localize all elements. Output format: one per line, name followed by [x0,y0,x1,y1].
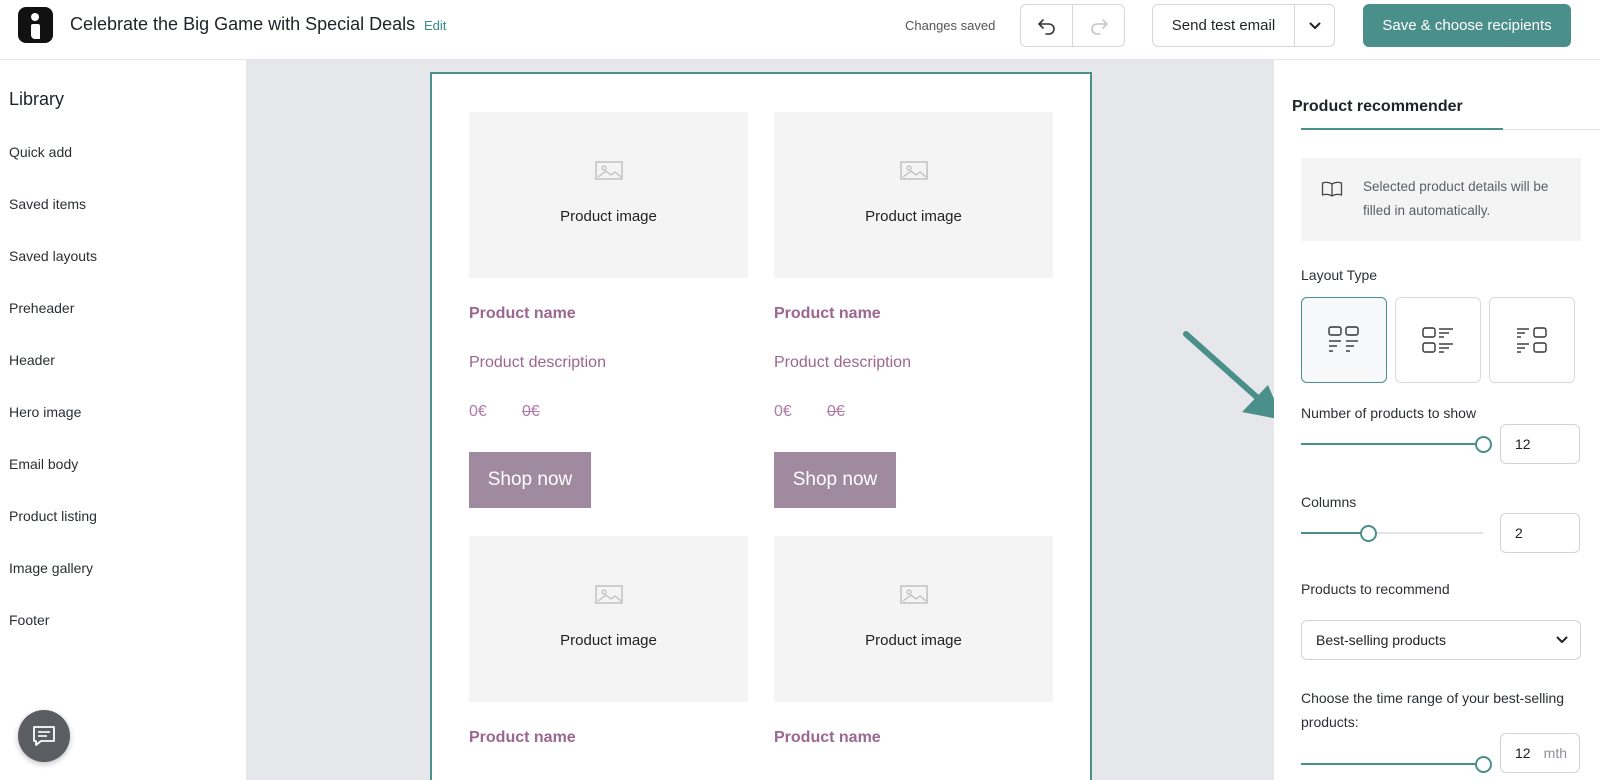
product-image-placeholder[interactable]: Product image [469,536,748,702]
columns-label: Columns [1301,494,1357,510]
properties-panel: Product recommender Selected product det… [1274,60,1600,780]
library-item-header[interactable]: Header [9,352,55,368]
save-status: Changes saved [905,18,996,33]
product-old-price: 0€ [522,403,540,420]
product-image-placeholder[interactable]: Product image [469,112,748,278]
info-text: Selected product details will be filled … [1363,179,1549,218]
top-bar: Celebrate the Big Game with Special Deal… [0,0,1600,60]
info-notice: Selected product details will be filled … [1301,158,1581,241]
book-icon [1321,181,1343,197]
time-range-input[interactable]: 12 mth [1500,733,1580,773]
products-count-slider[interactable] [1301,434,1492,454]
layout-option-grid[interactable] [1301,297,1387,383]
slider-thumb[interactable] [1475,756,1492,773]
product-price: 0€ [469,403,487,420]
product-image-label: Product image [560,632,657,649]
image-icon [900,161,928,180]
product-name: Product name [774,305,881,322]
send-test-group: Send test email [1152,4,1335,47]
time-range-unit: mth [1543,745,1567,761]
chat-support-button[interactable] [18,710,70,762]
undo-icon [1037,18,1055,35]
send-options-dropdown[interactable] [1294,5,1334,46]
save-choose-recipients-button[interactable]: Save & choose recipients [1363,4,1571,47]
grid-layout-icon [1328,326,1359,352]
library-item-footer[interactable]: Footer [9,612,49,628]
redo-button[interactable] [1072,5,1124,46]
product-name: Product name [469,729,576,746]
library-item-saved-items[interactable]: Saved items [9,196,86,212]
slider-thumb[interactable] [1360,525,1378,542]
undo-button[interactable] [1021,5,1072,46]
layout-option-list[interactable] [1395,297,1481,383]
redo-icon [1090,18,1108,35]
product-description: Product description [469,354,606,371]
product-image-label: Product image [865,208,962,225]
product-image-label: Product image [865,632,962,649]
library-item-hero-image[interactable]: Hero image [9,404,81,420]
product-card: Product image Product name Product descr… [774,112,1053,508]
slider-thumb[interactable] [1475,436,1492,453]
undo-redo-group [1020,4,1125,47]
tab-underline [1301,128,1600,130]
product-image-label: Product image [560,208,657,225]
email-title: Celebrate the Big Game with Special Deal… [70,14,416,34]
image-icon [595,161,623,180]
list-layout-icon [1422,327,1453,353]
time-range-slider[interactable] [1301,754,1492,774]
alternating-layout-icon [1517,327,1547,353]
time-range-label: Choose the time range of your best-selli… [1301,690,1565,730]
shop-now-button[interactable]: Shop now [469,452,591,508]
library-title: Library [9,89,65,109]
image-icon [900,585,928,604]
image-icon [595,585,623,604]
columns-input[interactable]: 2 [1500,513,1580,553]
library-sidebar: Library Quick add Saved items Saved layo… [0,60,246,780]
products-to-recommend-label: Products to recommend [1301,581,1450,597]
library-item-saved-layouts[interactable]: Saved layouts [9,248,97,264]
layout-type-label: Layout Type [1301,267,1378,283]
library-item-preheader[interactable]: Preheader [9,300,74,316]
edit-title-link[interactable]: Edit [424,18,446,33]
library-item-quick-add[interactable]: Quick add [9,144,72,160]
chevron-down-icon [1556,636,1568,643]
app-logo[interactable] [18,7,53,43]
send-test-email-button[interactable]: Send test email [1153,5,1294,46]
columns-slider[interactable] [1301,523,1483,543]
chat-icon [33,726,55,746]
product-price: 0€ [774,403,792,420]
products-count-label: Number of products to show [1301,405,1477,421]
library-item-image-gallery[interactable]: Image gallery [9,560,93,576]
product-image-placeholder[interactable]: Product image [774,536,1053,702]
product-card: Product image Product name [469,536,748,746]
product-description: Product description [774,354,911,371]
library-item-product-listing[interactable]: Product listing [9,508,97,524]
shop-now-button[interactable]: Shop now [774,452,896,508]
select-value: Best-selling products [1316,632,1446,648]
product-recommender-block[interactable]: Product image Product name Product descr… [430,72,1092,780]
layout-option-alternating[interactable] [1489,297,1575,383]
product-card: Product image Product name [774,536,1053,746]
chevron-down-icon [1309,22,1320,29]
products-to-recommend-select[interactable]: Best-selling products [1301,620,1581,660]
product-image-placeholder[interactable]: Product image [774,112,1053,278]
product-old-price: 0€ [827,403,845,420]
time-range-value: 12 [1515,745,1531,761]
product-card: Product image Product name Product descr… [469,112,748,508]
products-count-input[interactable]: 12 [1500,424,1580,464]
library-item-email-body[interactable]: Email body [9,456,78,472]
product-name: Product name [469,305,576,322]
email-canvas: Product image Product name Product descr… [246,60,1274,780]
tab-product-recommender[interactable]: Product recommender [1292,98,1463,116]
product-name: Product name [774,729,881,746]
